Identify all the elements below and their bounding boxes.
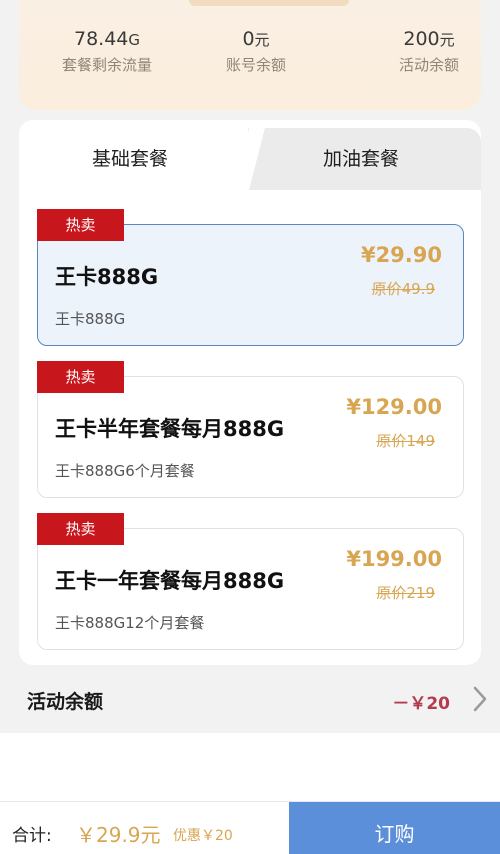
plan-original-price: 原价49.9 [371,280,435,298]
plan-price: ¥129.00 [346,395,442,419]
stat-account-balance: 0元 账号余额 [186,28,326,75]
stat-label: 账号余额 [225,56,286,74]
stat-unit: G [128,31,141,49]
balance-summary-card: 78.44G 套餐剩余流量 0元 账号余额 200元 活动余额 [19,0,481,110]
stat-activity-balance: 200元 活动余额 [359,28,499,75]
checkout-bar: 合计: ￥29.9元 优惠￥20 订购 [0,801,500,854]
stat-unit: 元 [254,31,270,49]
plan-original-price: 原价219 [376,584,435,602]
plan-description: 王卡888G [55,310,126,328]
plan-card-half-year[interactable]: 热卖 王卡半年套餐每月888G 王卡888G6个月套餐 ¥129.00 原价14… [37,361,464,498]
plan-name: 王卡888G [55,265,159,289]
plan-description: 王卡888G12个月套餐 [55,614,205,632]
activity-balance-label: 活动余额 [27,691,104,713]
chevron-right-icon[interactable] [473,686,487,712]
stat-unit: 元 [439,31,455,49]
hot-sale-badge: 热卖 [37,209,124,241]
total-value: ￥29.9元 [76,823,161,847]
plan-price: ¥199.00 [346,547,442,571]
plan-name: 王卡一年套餐每月888G [55,569,285,593]
tab-basic-label[interactable]: 基础套餐 [92,144,168,171]
plan-card-one-year[interactable]: 热卖 王卡一年套餐每月888G 王卡888G12个月套餐 ¥199.00 原价2… [37,513,464,650]
stat-value: 0 [242,28,255,50]
total-label: 合计: [12,826,52,846]
tab-refuel-label[interactable]: 加油套餐 [323,144,399,171]
order-button[interactable]: 订购 [289,802,500,854]
plan-card-wangka-888g[interactable]: 热卖 王卡888G 王卡888G ¥29.90 原价49.9 [37,209,464,346]
hot-sale-badge: 热卖 [37,513,124,545]
plan-price: ¥29.90 [360,243,442,267]
activity-balance-amount: －￥20 [392,694,450,714]
plan-description: 王卡888G6个月套餐 [55,462,195,480]
discount-text: 优惠￥20 [173,828,233,844]
spacer [0,733,500,801]
hot-sale-badge: 热卖 [37,361,124,393]
activity-balance-row[interactable]: 活动余额 －￥20 [0,665,500,733]
stat-label: 套餐剩余流量 [61,56,152,74]
stat-value: 200 [403,28,440,50]
stat-value: 78.44 [73,28,129,50]
plan-panel: 基础套餐 加油套餐 热卖 王卡888G 王卡888G ¥29.90 原价49.9… [19,120,481,665]
decorative-arc [189,0,349,6]
stat-remaining-data: 78.44G 套餐剩余流量 [37,28,177,75]
stat-label: 活动余额 [398,56,459,74]
plan-name: 王卡半年套餐每月888G [55,417,285,441]
plan-original-price: 原价149 [376,432,435,450]
